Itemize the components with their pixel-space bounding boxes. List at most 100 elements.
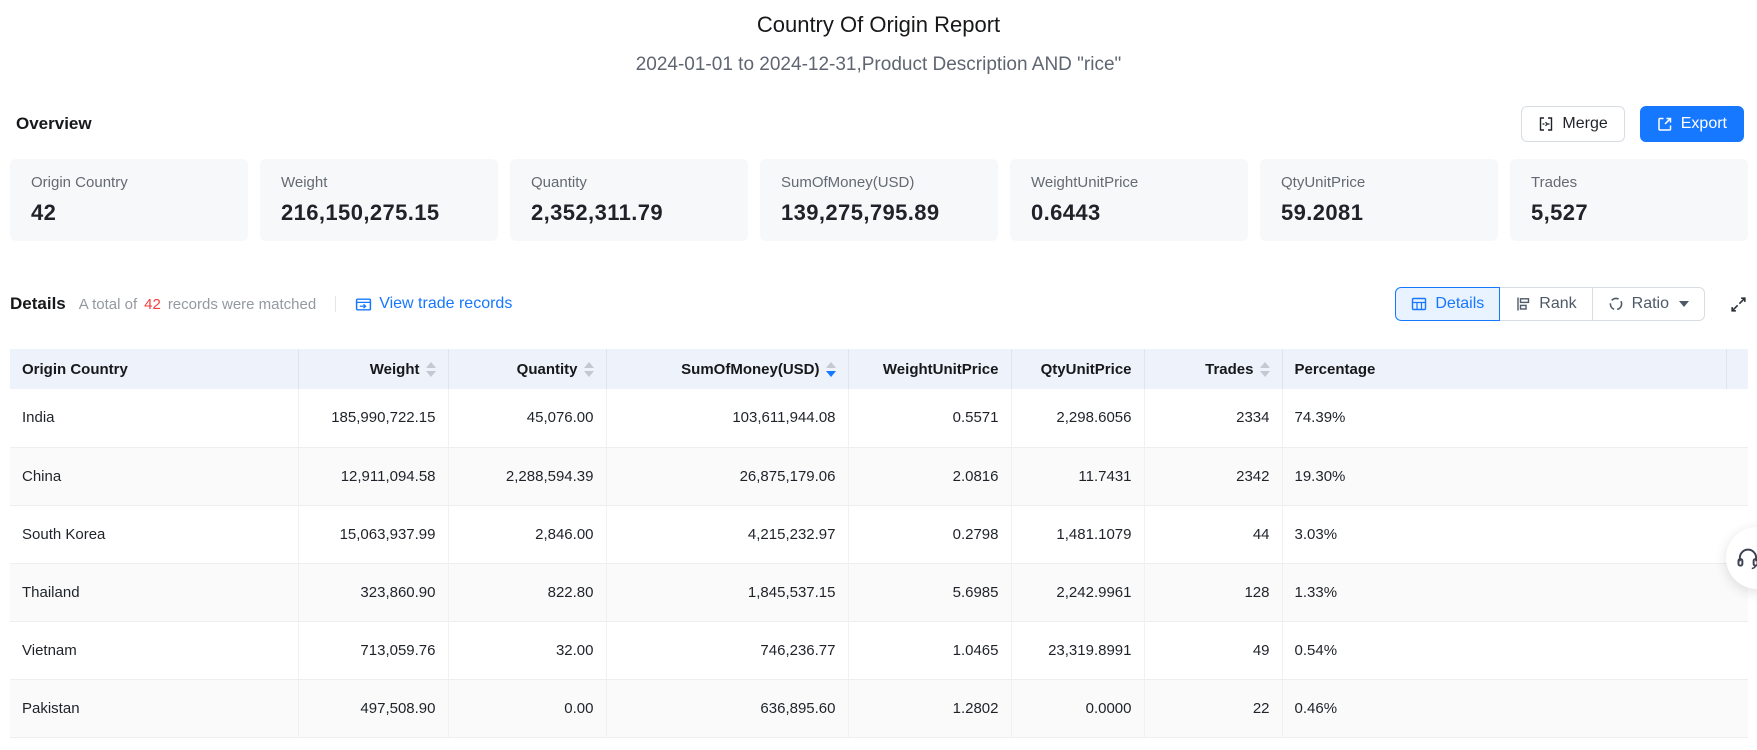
- column-header-sumofmoney-usd-[interactable]: SumOfMoney(USD): [606, 349, 849, 389]
- table-row: Vietnam 713,059.76 32.00 746,236.77 1.0465 23…: [10, 621, 1748, 680]
- cell-quantity: 2,846.00: [448, 505, 607, 564]
- stat-card-value: 0.6443: [1031, 200, 1101, 225]
- stat-card-value: 59.2081: [1281, 200, 1364, 225]
- stat-card-label: WeightUnitPrice: [1031, 174, 1139, 191]
- sort-icon: [425, 361, 436, 377]
- merge-button[interactable]: Merge: [1521, 106, 1625, 142]
- stat-card-value: 42: [31, 200, 57, 225]
- cell-quantity: 32.00: [448, 621, 607, 680]
- cell-weightunitprice: 1.0465: [848, 621, 1012, 680]
- stat-card-weight: Weight 216,150,275.15: [260, 159, 498, 241]
- cell-origin-country: Thailand: [10, 563, 299, 622]
- chevron-down-icon: [1679, 301, 1689, 307]
- cell-percentage: 74.39%: [1282, 389, 1748, 448]
- column-header-label: Quantity: [516, 360, 578, 378]
- details-heading: Details: [10, 294, 66, 313]
- tab-ratio[interactable]: Ratio: [1591, 287, 1705, 321]
- cell-origin-country: China: [10, 447, 299, 506]
- column-header-qtyunitprice: QtyUnitPrice: [1011, 349, 1145, 389]
- headset-icon: [1737, 548, 1757, 570]
- cell-weight: 497,508.90: [298, 679, 449, 738]
- cell-weight: 323,860.90: [298, 563, 449, 622]
- export-button-label: Export: [1680, 115, 1727, 132]
- cell-percentage: 3.03%: [1282, 505, 1748, 564]
- match-summary: A total of 42 records were matched: [79, 296, 316, 313]
- cell-qtyunitprice: 1,481.1079: [1011, 505, 1145, 564]
- table-icon: [1411, 296, 1427, 312]
- table-row: China 12,911,094.58 2,288,594.39 26,875,179…: [10, 447, 1748, 506]
- cell-weight: 12,911,094.58: [298, 447, 449, 506]
- cell-sumofmoney-usd-: 746,236.77: [606, 621, 849, 680]
- stat-card-value: 5,527: [1531, 200, 1589, 225]
- stat-card-label: Weight: [281, 174, 328, 191]
- cell-qtyunitprice: 0.0000: [1011, 679, 1145, 738]
- cell-trades: 2342: [1144, 447, 1283, 506]
- column-header-weight[interactable]: Weight: [298, 349, 449, 389]
- report-subtitle: 2024-01-01 to 2024-12-31,Product Descrip…: [635, 54, 1122, 75]
- cell-weightunitprice: 2.0816: [848, 447, 1012, 506]
- cell-quantity: 0.00: [448, 679, 607, 738]
- stat-card-label: QtyUnitPrice: [1281, 174, 1366, 191]
- tab-rank[interactable]: Rank: [1499, 287, 1593, 321]
- merge-button-label: Merge: [1562, 115, 1608, 132]
- cell-trades: 22: [1144, 679, 1283, 738]
- cell-weight: 15,063,937.99: [298, 505, 449, 564]
- column-header-label: Origin Country: [22, 360, 128, 378]
- column-header-label: Weight: [369, 360, 420, 378]
- stat-card-qtyunitprice: QtyUnitPrice 59.2081: [1260, 159, 1498, 241]
- stat-card-label: Trades: [1531, 174, 1578, 191]
- cell-weightunitprice: 5.6985: [848, 563, 1012, 622]
- vertical-divider: [335, 296, 337, 312]
- column-header-label: Percentage: [1294, 360, 1376, 378]
- cell-origin-country: India: [10, 389, 299, 448]
- match-count: 42: [144, 295, 161, 313]
- cell-quantity: 2,288,594.39: [448, 447, 607, 506]
- overview-bar: Overview Merge Export: [16, 106, 1744, 142]
- stat-card-value: 139,275,795.89: [781, 200, 940, 225]
- cell-qtyunitprice: 2,242.9961: [1011, 563, 1145, 622]
- stat-card-value: 2,352,311.79: [531, 200, 664, 225]
- cell-sumofmoney-usd-: 26,875,179.06: [606, 447, 849, 506]
- table-row: Pakistan 497,508.90 0.00 636,895.60 1.2802 0.…: [10, 679, 1748, 738]
- tab-details[interactable]: Details: [1395, 287, 1501, 321]
- stat-card-origin-country: Origin Country 42: [10, 159, 248, 241]
- fullscreen-button[interactable]: [1729, 295, 1748, 314]
- stat-card-quantity: Quantity 2,352,311.79: [510, 159, 748, 241]
- overview-heading: Overview: [16, 114, 92, 133]
- cell-trades: 44: [1144, 505, 1283, 564]
- stat-card-label: Quantity: [531, 174, 587, 191]
- trade-records-icon: [355, 296, 372, 313]
- page-title: Country Of Origin Report: [756, 12, 1001, 37]
- match-suffix: records were matched: [167, 295, 317, 313]
- cell-origin-country: Vietnam: [10, 621, 299, 680]
- cell-weightunitprice: 0.5571: [848, 389, 1012, 448]
- fullscreen-icon: [1731, 296, 1746, 312]
- export-icon: [1657, 116, 1673, 132]
- cell-percentage: 1.33%: [1282, 563, 1748, 622]
- sort-icon: [825, 361, 836, 377]
- details-table: Origin Country Weight Quantity SumOfMoney(U…: [10, 349, 1748, 738]
- cell-weight: 185,990,722.15: [298, 389, 449, 448]
- column-header-trades[interactable]: Trades: [1144, 349, 1283, 389]
- column-header-label: WeightUnitPrice: [882, 360, 999, 378]
- details-bar: Details A total of 42 records were match…: [10, 286, 1748, 322]
- stat-card-value: 216,150,275.15: [281, 200, 440, 225]
- ratio-icon: [1608, 296, 1624, 312]
- table-row: Thailand 323,860.90 822.80 1,845,537.15 5.69…: [10, 563, 1748, 622]
- column-header-quantity[interactable]: Quantity: [448, 349, 607, 389]
- cell-origin-country: Pakistan: [10, 679, 299, 738]
- cell-sumofmoney-usd-: 4,215,232.97: [606, 505, 849, 564]
- export-button[interactable]: Export: [1639, 106, 1744, 142]
- stat-card-weightunitprice: WeightUnitPrice 0.6443: [1010, 159, 1248, 241]
- cell-weight: 713,059.76: [298, 621, 449, 680]
- table-row: India 185,990,722.15 45,076.00 103,611,944.…: [10, 389, 1748, 448]
- sort-icon: [1259, 361, 1270, 377]
- sort-icon: [583, 361, 594, 377]
- cell-weightunitprice: 1.2802: [848, 679, 1012, 738]
- overview-cards: Origin Country 42 Weight 216,150,275.15 Quan…: [10, 159, 1748, 241]
- cell-trades: 2334: [1144, 389, 1283, 448]
- column-header-origin-country: Origin Country: [10, 349, 299, 389]
- view-trade-records-link[interactable]: View trade records: [355, 295, 512, 313]
- rank-icon: [1515, 296, 1531, 312]
- table-row: South Korea 15,063,937.99 2,846.00 4,215,23…: [10, 505, 1748, 564]
